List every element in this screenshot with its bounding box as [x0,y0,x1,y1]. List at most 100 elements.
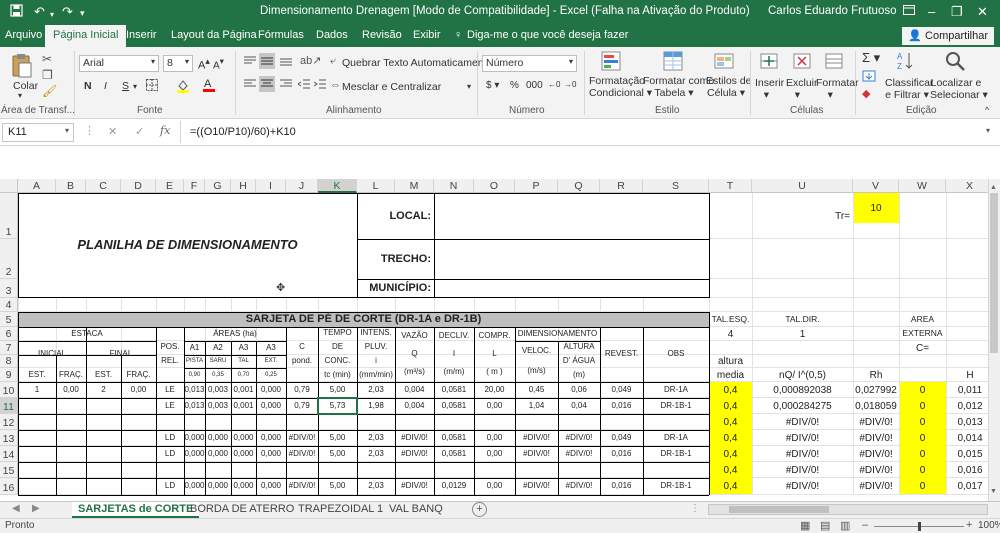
cell-l14[interactable]: 2,03 [357,446,395,462]
cancel-icon[interactable]: ✕ [108,125,117,138]
chevron-down-icon[interactable]: ▾ [133,82,137,91]
cell-q11[interactable]: 0,04 [558,398,600,414]
header-altura[interactable]: ALTURA D' ÁGUA (m) [558,341,600,382]
header-coef[interactable]: 0,35 [205,368,231,382]
sheet-tab-valbanq[interactable]: VAL BANQ [383,502,449,518]
zoom-slider-thumb[interactable] [918,522,921,531]
row-header-10[interactable]: 10 [0,382,18,398]
cell-n16[interactable]: 0,0129 [434,478,474,495]
cell-j14[interactable]: #DIV/0! [286,446,318,462]
cell-n13[interactable]: 0,0581 [434,430,474,446]
formula-input[interactable]: =((O10/P10)/60)+K10 [190,126,296,138]
cell-w15[interactable]: 0 [899,462,946,478]
tell-me-input[interactable]: Diga-me o que você deseja fazer [467,29,628,41]
cell-m13[interactable]: #DIV/0! [395,430,434,446]
cell-g10[interactable]: 0,003 [205,382,231,398]
cell-q14[interactable]: #DIV/0! [558,446,600,462]
cell-f10[interactable]: 0,013 [184,382,205,398]
cell-u15[interactable]: #DIV/0! [752,462,853,478]
row-header-5[interactable]: 5 [0,312,18,327]
column-header-q[interactable]: Q [558,179,600,193]
row-header-14[interactable]: 14 [0,446,18,462]
header-revest[interactable]: REVEST. [600,327,643,382]
cell-f13[interactable]: 0,000 [184,430,205,446]
column-header-u[interactable]: U [752,179,853,193]
cell-e10[interactable]: LE [156,382,184,398]
cell-u14[interactable]: #DIV/0! [752,446,853,462]
row-header-8[interactable]: 8 [0,355,18,368]
add-sheet-icon[interactable]: + [472,502,487,517]
tr-label[interactable]: Tr= [752,193,853,239]
bold-button[interactable]: N [84,80,92,92]
cell-l10[interactable]: 2,03 [357,382,395,398]
cell-w12[interactable]: 0 [899,414,946,430]
cell-u10[interactable]: 0,000892038 [752,382,853,398]
cell-k16[interactable]: 5,00 [318,478,357,495]
undo-dropdown-icon[interactable]: ▾ [50,7,54,22]
cell-v13[interactable]: #DIV/0! [853,430,899,446]
cell-m11[interactable]: 0,004 [395,398,434,414]
column-header-v[interactable]: V [853,179,899,193]
cell-w13[interactable]: 0 [899,430,946,446]
currency-icon[interactable]: $ ▾ [486,80,499,91]
cell-o13[interactable]: 0,00 [474,430,515,446]
zoom-level[interactable]: 100% [978,520,1000,531]
row-header-16[interactable]: 16 [0,478,18,495]
tab-revisao[interactable]: Revisão [362,29,402,41]
header-obs[interactable]: OBS [643,327,709,382]
format-button[interactable]: Formatar ▾ [816,77,859,101]
font-color-icon[interactable]: A [202,77,216,96]
header-tal[interactable]: TAL [231,355,256,368]
cell-n14[interactable]: 0,0581 [434,446,474,462]
row-header-1[interactable]: 1 [0,193,18,239]
column-header-j[interactable]: J [286,179,318,193]
clear-icon[interactable]: ◆ [862,87,870,100]
cell-s11[interactable]: DR-1B-1 [643,398,709,414]
redo-icon[interactable]: ↷ [62,4,73,19]
header-decliv[interactable]: DECLIV. I (m/m) [434,327,474,382]
prev-sheet-icon[interactable]: ◀ [12,503,20,514]
enter-icon[interactable]: ✓ [135,125,144,138]
cell-s13[interactable]: DR-1A [643,430,709,446]
font-size-combo[interactable]: 8 ▾ [163,55,193,72]
number-format-combo[interactable]: Número ▾ [482,55,577,72]
row-header-15[interactable]: 15 [0,462,18,478]
cell-g13[interactable]: 0,000 [205,430,231,446]
cell-p13[interactable]: #DIV/0! [515,430,558,446]
header-a2[interactable]: A2 [205,341,231,355]
cell-o16[interactable]: 0,00 [474,478,515,495]
cell-t13[interactable]: 0,4 [709,430,752,446]
trecho-label[interactable]: TRECHO: [357,239,434,279]
horizontal-scrollbar[interactable] [708,504,988,515]
paste-dropdown-icon[interactable]: ▾ [18,91,22,100]
header-est[interactable]: EST. [86,368,121,382]
cell-g11[interactable]: 0,003 [205,398,231,414]
tab-inserir[interactable]: Inserir [126,29,157,41]
cell-e16[interactable]: LD [156,478,184,495]
italic-button[interactable]: I [104,80,107,92]
cell-o11[interactable]: 0,00 [474,398,515,414]
normal-view-icon[interactable]: ▦ [800,519,810,532]
cell-m10[interactable]: 0,004 [395,382,434,398]
cell-k10[interactable]: 5,00 [318,382,357,398]
column-header-k[interactable]: K [318,179,357,193]
cell-h10[interactable]: 0,001 [231,382,256,398]
paste-label[interactable]: Colar [13,80,38,92]
cell-j16[interactable]: #DIV/0! [286,478,318,495]
cell-m16[interactable]: #DIV/0! [395,478,434,495]
select-all-corner[interactable] [0,179,18,193]
zoom-out-icon[interactable]: – [862,519,868,531]
municipio-label[interactable]: MUNICÍPIO: [357,279,434,298]
autosum-icon[interactable]: Σ ▾ [862,50,880,66]
cell-s14[interactable]: DR-1B-1 [643,446,709,462]
cell-j13[interactable]: #DIV/0! [286,430,318,446]
customize-qat-icon[interactable]: ▾ [80,6,85,21]
format-table-button[interactable]: Formatar como Tabela ▾ [643,75,714,99]
tal-esq-label[interactable]: TAL.ESQ. [709,312,752,327]
media-label[interactable]: media [709,368,752,382]
column-header-h[interactable]: H [231,179,256,193]
column-header-f[interactable]: F [184,179,205,193]
name-box[interactable]: K11 [2,123,74,142]
grow-font-icon[interactable]: A▴ [198,56,210,72]
row-header-2[interactable]: 2 [0,239,18,279]
